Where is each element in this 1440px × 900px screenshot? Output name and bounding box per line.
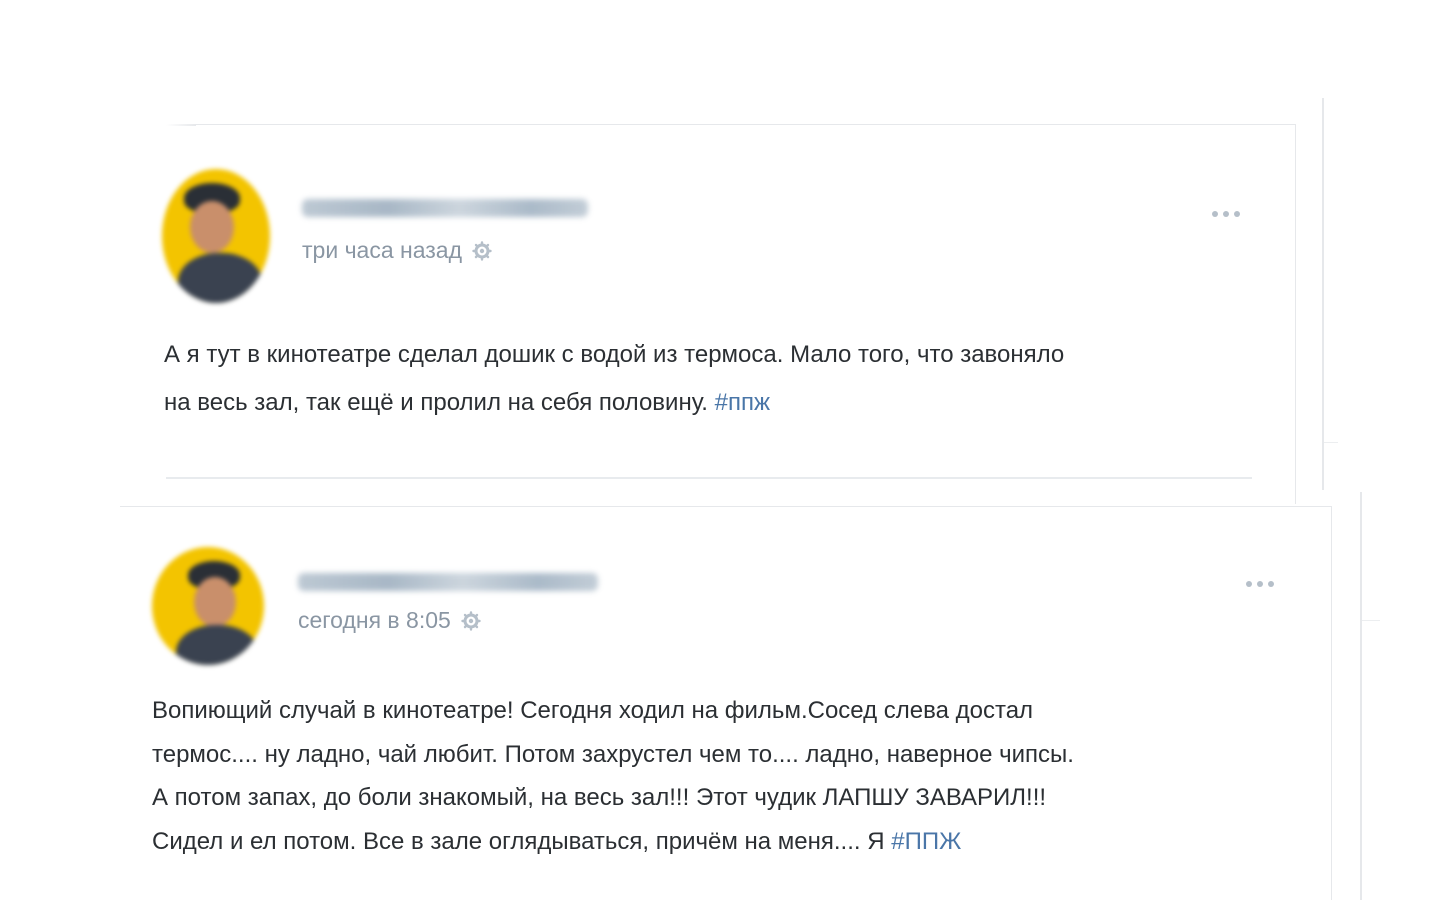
- post-timestamp[interactable]: сегодня в 8:05: [298, 607, 451, 634]
- page-edge-line: [1322, 98, 1324, 490]
- post-timestamp[interactable]: три часа назад: [302, 237, 462, 264]
- page-edge-line: [1360, 492, 1362, 900]
- user-avatar-icon[interactable]: [162, 169, 270, 303]
- hashtag-link[interactable]: #ппж: [715, 389, 770, 416]
- more-dot: [1212, 211, 1218, 217]
- post-text-fragment: на весь зал, так ещё и пролил на себя по…: [164, 389, 715, 416]
- more-options-icon[interactable]: [1212, 211, 1240, 217]
- post-text-fragment: Сидел и ел потом. Все в зале оглядыватьс…: [152, 827, 892, 855]
- avatar-body: [176, 625, 258, 665]
- post-card: три часа назад А я тут в кинотеатре сдел…: [162, 124, 1296, 504]
- author-name-blurred[interactable]: [298, 573, 598, 591]
- page-edge-tick: [1324, 442, 1338, 443]
- more-dot: [1223, 211, 1229, 217]
- page-edge-tick: [1362, 620, 1380, 621]
- gear-icon: [461, 610, 481, 631]
- post-text-line: А потом запах, до боли знакомый, на весь…: [152, 784, 1047, 811]
- more-dot: [1268, 581, 1274, 587]
- post-text-line: А я тут в кинотеатре сделал дошик с водо…: [164, 341, 1065, 368]
- avatar-body: [178, 253, 262, 303]
- more-dot: [1234, 211, 1240, 217]
- post-text: Вопиющий случай в кинотеатре! Сегодня хо…: [152, 689, 1074, 863]
- post-meta: сегодня в 8:05: [298, 607, 481, 634]
- more-dot: [1246, 581, 1252, 587]
- post-text: А я тут в кинотеатре сделал дошик с водо…: [164, 331, 1064, 427]
- more-options-icon[interactable]: [1246, 581, 1274, 587]
- post-text-line: Вопиющий случай в кинотеатре! Сегодня хо…: [152, 697, 1034, 724]
- avatar-face: [190, 201, 234, 253]
- gear-icon: [472, 240, 492, 261]
- more-dot: [1257, 581, 1263, 587]
- hashtag-link[interactable]: #ППЖ: [891, 828, 961, 855]
- post-text-line: термос.... ну ладно, чай любит. Потом за…: [152, 740, 1074, 768]
- post-card: сегодня в 8:05 Вопиющий случай в кинотеа…: [120, 506, 1332, 900]
- post-text-line: Сидел и ел потом. Все в зале оглядыватьс…: [152, 820, 1074, 864]
- post-divider: [166, 477, 1252, 479]
- user-avatar-icon[interactable]: [152, 547, 264, 665]
- post-text-line: на весь зал, так ещё и пролил на себя по…: [164, 379, 1064, 427]
- post-meta: три часа назад: [302, 237, 492, 264]
- screenshot-stage: три часа назад А я тут в кинотеатре сдел…: [0, 0, 1440, 900]
- avatar-face: [194, 577, 236, 627]
- author-name-blurred[interactable]: [302, 199, 588, 217]
